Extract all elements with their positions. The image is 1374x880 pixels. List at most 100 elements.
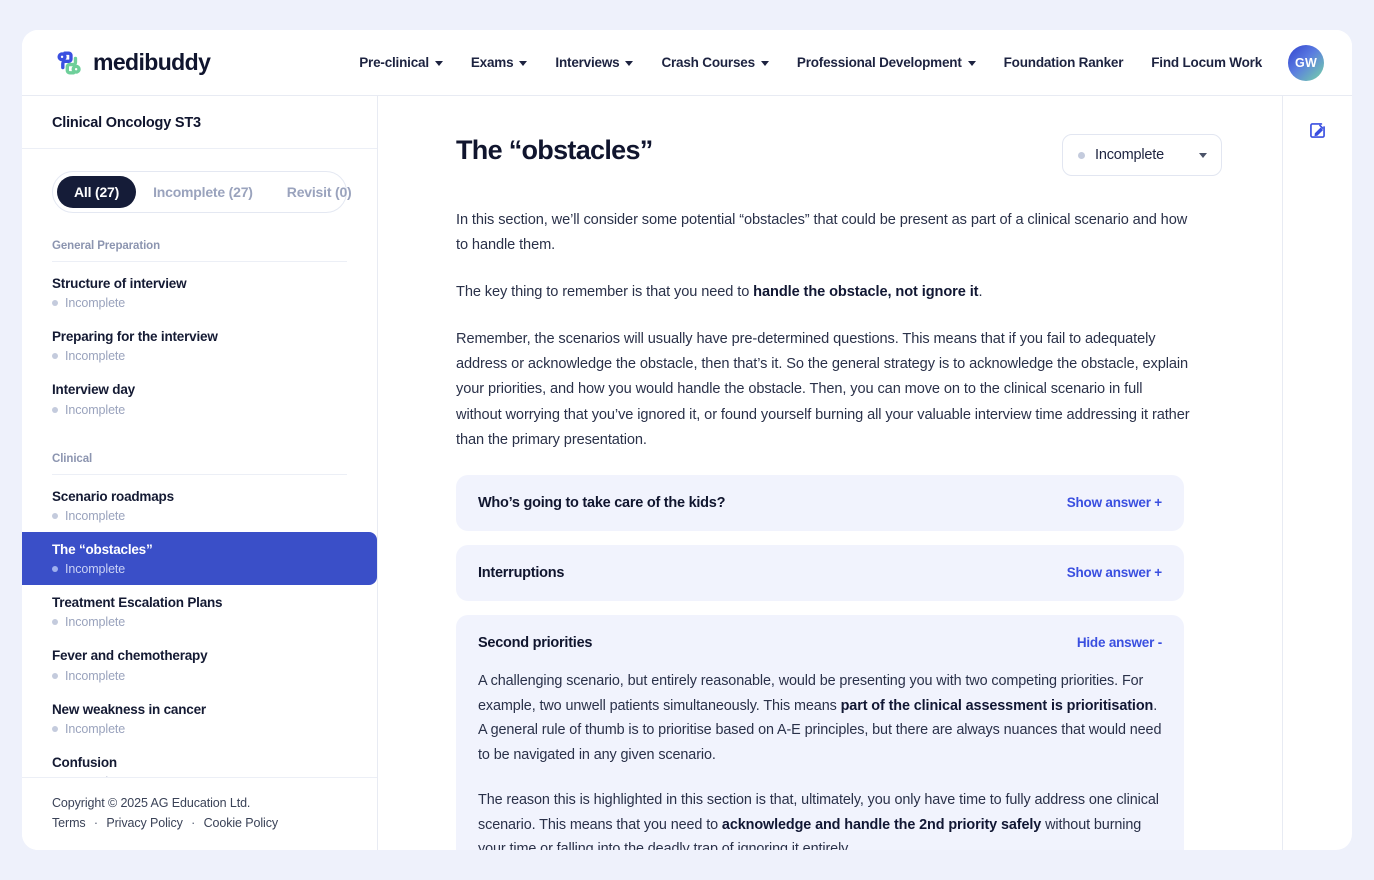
footer-separator: · <box>191 816 196 830</box>
sidebar-item-preparing-for-the-interview[interactable]: Preparing for the interview Incomplete <box>22 319 377 372</box>
sidebar-item-list: Structure of interview Incomplete Prepar… <box>22 266 377 426</box>
avatar[interactable]: GW <box>1288 44 1324 81</box>
accordion-toggle[interactable]: Hide answer - <box>1077 635 1162 650</box>
lesson-paragraph-3: Remember, the scenarios will usually hav… <box>456 331 1190 448</box>
sidebar-item-label: Scenario roadmaps <box>52 488 174 504</box>
sidebar-item-list: Scenario roadmaps Incomplete The “obstac… <box>22 479 377 777</box>
sidebar-item-treatment-escalation-plans[interactable]: Treatment Escalation Plans Incomplete <box>22 585 377 638</box>
accordion-question: Interruptions <box>478 564 565 581</box>
status-label: Incomplete <box>65 615 126 630</box>
nav-label: Interviews <box>555 55 620 70</box>
accordion-toggle[interactable]: Show answer + <box>1067 565 1163 580</box>
nav-label: Find Locum Work <box>1151 55 1262 70</box>
status-label: Incomplete <box>65 508 126 523</box>
answer-paragraph-1: A challenging scenario, but entirely rea… <box>478 672 1162 764</box>
status-badge: Incomplete <box>52 562 357 576</box>
status-dot-icon <box>52 353 58 360</box>
main-nav: Pre-clinical Exams Interviews Crash Cour… <box>359 55 1262 70</box>
course-title: Clinical Oncology ST3 <box>22 96 377 149</box>
filter-segmented-control: All (27) Incomplete (27) Revisit (0) <box>52 171 352 213</box>
chevron-down-icon <box>519 61 528 66</box>
sidebar-item-label: Fever and chemotherapy <box>52 648 208 664</box>
status-badge: Incomplete <box>52 349 357 363</box>
nav-item-foundation-ranker[interactable]: Foundation Ranker <box>1004 55 1124 70</box>
copyright-text: Copyright © 2025 AG Education Ltd. <box>52 796 251 810</box>
filter-incomplete[interactable]: Incomplete (27) <box>136 176 270 208</box>
sidebar-item-scenario-roadmaps[interactable]: Scenario roadmaps Incomplete <box>22 479 377 532</box>
answer-paragraph-2: The reason this is highlighted in this s… <box>478 791 1159 850</box>
nav-item-exams[interactable]: Exams <box>471 55 528 70</box>
sidebar-item-structure-of-interview[interactable]: Structure of interview Incomplete <box>22 266 377 319</box>
lesson-header: The “obstacles” Incomplete <box>456 134 1222 176</box>
accordion-answer: A challenging scenario, but entirely rea… <box>478 669 1162 850</box>
footer-link-terms[interactable]: Terms <box>52 816 86 830</box>
accordion-second-priorities: Second priorities Hide answer - A challe… <box>456 614 1184 850</box>
sidebar-item-label: Treatment Escalation Plans <box>52 595 223 611</box>
sidebar-group-clinical: Clinical <box>52 453 347 475</box>
status-dot-icon <box>52 512 58 519</box>
nav-item-find-locum-work[interactable]: Find Locum Work <box>1151 55 1262 70</box>
course-sidebar: Clinical Oncology ST3 All (27) Incomplet… <box>22 96 378 850</box>
sidebar-item-label: New weakness in cancer <box>52 701 206 717</box>
sidebar-item-the-obstacles[interactable]: The “obstacles” Incomplete <box>22 531 377 586</box>
sidebar-item-new-weakness-in-cancer[interactable]: New weakness in cancer Incomplete <box>22 692 377 745</box>
nav-label: Professional Development <box>796 55 962 70</box>
chevron-down-icon <box>967 61 976 66</box>
nav-item-interviews[interactable]: Interviews <box>555 55 634 70</box>
app-window: medibuddy Pre-clinical Exams Interviews … <box>22 30 1352 850</box>
status-label: Incomplete <box>65 296 126 311</box>
chevron-down-icon <box>434 61 443 66</box>
footer-link-cookie-policy[interactable]: Cookie Policy <box>204 816 279 830</box>
accordion-header[interactable]: Who’s going to take care of the kids? Sh… <box>478 495 1162 511</box>
status-dot-icon <box>52 725 58 732</box>
chevron-down-icon <box>625 61 634 66</box>
status-dot-icon <box>52 406 58 413</box>
brand-logo[interactable]: medibuddy <box>54 48 211 78</box>
nav-item-professional-development[interactable]: Professional Development <box>797 55 976 70</box>
nav-label: Foundation Ranker <box>1003 55 1124 70</box>
status-label: Incomplete <box>65 775 125 777</box>
main-area: The “obstacles” Incomplete In this secti… <box>378 96 1352 850</box>
status-dot-icon <box>52 619 58 626</box>
brand-name: medibuddy <box>93 49 211 75</box>
status-badge: Incomplete <box>52 775 357 777</box>
sidebar-scroll-area[interactable]: All (27) Incomplete (27) Revisit (0) Gen… <box>22 149 377 777</box>
footer-separator: · <box>93 816 98 830</box>
sidebar-item-label: Confusion <box>52 754 117 770</box>
accordion-kids: Who’s going to take care of the kids? Sh… <box>456 474 1184 531</box>
sidebar-item-fever-and-chemotherapy[interactable]: Fever and chemotherapy Incomplete <box>22 638 377 691</box>
filter-revisit[interactable]: Revisit (0) <box>270 176 369 208</box>
nav-item-pre-clinical[interactable]: Pre-clinical <box>359 55 443 70</box>
footer-links: Terms · Privacy Policy · Cookie Policy <box>52 816 347 830</box>
accordion-header[interactable]: Second priorities Hide answer - <box>478 635 1162 651</box>
status-value: Incomplete <box>1095 147 1164 163</box>
page-body: Clinical Oncology ST3 All (27) Incomplet… <box>22 96 1352 850</box>
page-title: The “obstacles” <box>456 135 653 165</box>
sidebar-item-label: The “obstacles” <box>52 541 153 557</box>
edit-square-pencil-icon[interactable] <box>1307 120 1328 141</box>
status-dot-icon <box>52 300 58 307</box>
sidebar-footer: Copyright © 2025 AG Education Ltd. Terms… <box>22 777 377 850</box>
status-dropdown[interactable]: Incomplete <box>1062 134 1222 176</box>
sidebar-item-confusion[interactable]: Confusion Incomplete <box>22 745 377 777</box>
status-label: Incomplete <box>65 402 126 417</box>
accordion-question: Who’s going to take care of the kids? <box>478 494 726 511</box>
status-label: Incomplete <box>65 562 126 577</box>
status-badge: Incomplete <box>52 722 357 736</box>
nav-label: Crash Courses <box>661 55 755 70</box>
accordion-header[interactable]: Interruptions Show answer + <box>478 565 1162 581</box>
status-label: Incomplete <box>65 349 126 364</box>
filter-all[interactable]: All (27) <box>57 176 137 208</box>
footer-link-privacy-policy[interactable]: Privacy Policy <box>106 816 183 830</box>
medibuddy-cross-logo-icon <box>54 48 84 78</box>
status-dot-icon <box>52 672 58 679</box>
status-badge: Incomplete <box>52 669 357 683</box>
sidebar-item-interview-day[interactable]: Interview day Incomplete <box>22 372 377 425</box>
accordion-toggle[interactable]: Show answer + <box>1067 495 1163 510</box>
chevron-down-icon <box>1199 152 1207 158</box>
chevron-down-icon <box>760 61 769 66</box>
status-dot-icon <box>52 566 58 573</box>
nav-item-crash-courses[interactable]: Crash Courses <box>661 55 769 70</box>
status-badge: Incomplete <box>52 509 357 523</box>
avatar-initials: GW <box>1295 55 1317 70</box>
